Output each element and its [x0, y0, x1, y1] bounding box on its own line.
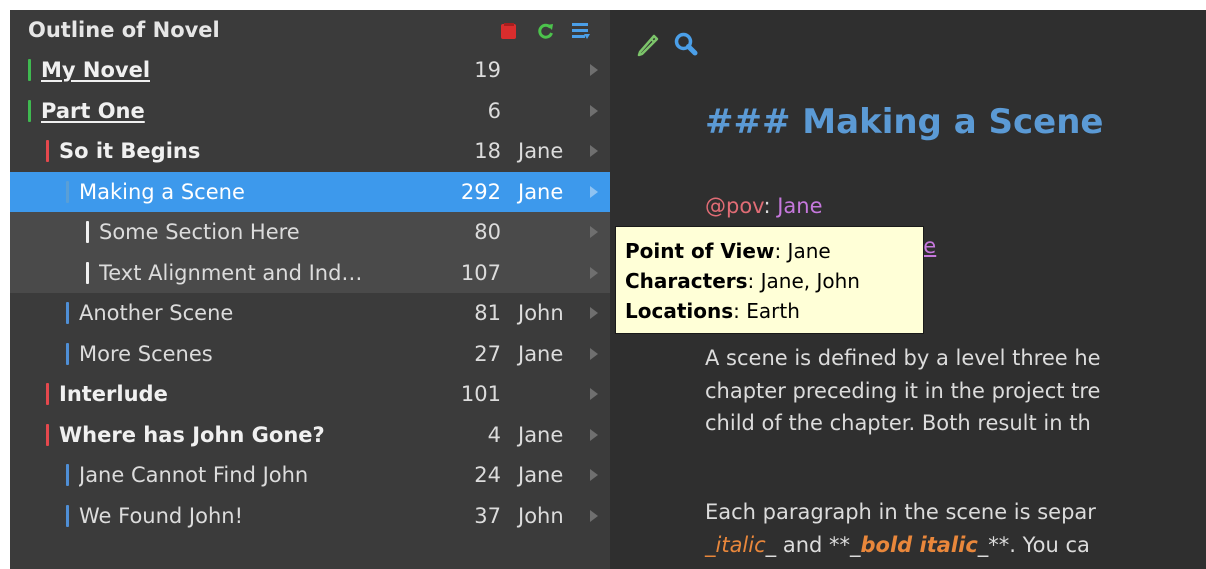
status-bar — [66, 302, 69, 325]
paragraph-line: Each paragraph in the scene is separ — [705, 500, 1096, 524]
word-count: 6 — [487, 98, 501, 123]
row-title: We Found John! — [79, 503, 244, 528]
pov-key: @pov — [705, 194, 764, 218]
word-count: 19 — [474, 58, 501, 83]
row-title: Some Section Here — [99, 220, 300, 245]
word-count: 27 — [474, 341, 501, 366]
paragraph-line: _italic_ and **_bold italic_**. You ca — [705, 532, 1090, 557]
row-title: Part One — [41, 98, 145, 123]
italic-text: italic — [715, 532, 766, 557]
word-count: 101 — [460, 382, 501, 407]
status-bar — [66, 342, 69, 365]
status-bar — [66, 504, 69, 527]
pov-label: Jane — [518, 463, 564, 488]
pov-label: John — [518, 503, 564, 528]
menu-icon[interactable] — [570, 20, 592, 42]
outline-title: Outline of Novel — [28, 18, 220, 42]
status-bar — [86, 261, 89, 284]
outline-row[interactable]: Another Scene 81 John — [10, 293, 610, 334]
expand-arrow-icon[interactable] — [590, 469, 598, 481]
expand-arrow-icon[interactable] — [590, 145, 598, 157]
outline-row[interactable]: We Found John! 37 John — [10, 496, 610, 537]
outline-row[interactable]: More Scenes 27 Jane — [10, 334, 610, 375]
outline-panel: Outline of Novel My Novel 19 Part One 6 So i… — [10, 10, 610, 569]
word-count: 18 — [474, 139, 501, 164]
app-window: Outline of Novel My Novel 19 Part One 6 So i… — [10, 10, 1206, 569]
status-bar — [46, 383, 49, 406]
row-title: My Novel — [41, 58, 151, 83]
status-bar — [28, 99, 31, 122]
outline-row[interactable]: My Novel 19 — [10, 50, 610, 91]
pov-value: Jane — [777, 194, 823, 218]
expand-arrow-icon[interactable] — [590, 428, 598, 441]
status-bar — [46, 140, 49, 163]
outline-row[interactable]: Jane Cannot Find John 24 Jane — [10, 455, 610, 496]
paragraph-1[interactable]: A scene is defined by a level three he c… — [705, 342, 1101, 440]
paragraph-2[interactable]: Each paragraph in the scene is separ _it… — [705, 496, 1096, 561]
word-count: 292 — [460, 179, 501, 204]
stop-icon[interactable] — [498, 20, 520, 42]
outline-row[interactable]: So it Begins 18 Jane — [10, 131, 610, 172]
bold-italic-text: bold italic — [860, 532, 978, 557]
expand-arrow-icon[interactable] — [590, 64, 598, 76]
row-title: Making a Scene — [79, 179, 245, 204]
pencil-icon[interactable] — [635, 31, 661, 61]
status-bar — [28, 59, 31, 82]
outline-row[interactable]: Some Section Here 80 — [10, 212, 610, 253]
search-icon[interactable] — [673, 31, 699, 61]
tooltip-pov: Point of View: Jane — [625, 239, 831, 263]
word-count: 80 — [474, 220, 501, 245]
tooltip-characters: Characters: Jane, John — [625, 269, 860, 293]
pov-label: Jane — [518, 422, 564, 447]
status-bar — [66, 180, 69, 203]
row-title: So it Begins — [59, 139, 201, 164]
pov-label: Jane — [518, 179, 564, 204]
expand-arrow-icon[interactable] — [590, 104, 598, 117]
pov-label: Jane — [518, 139, 564, 164]
word-count: 107 — [460, 260, 501, 285]
outline-header: Outline of Novel — [10, 10, 610, 50]
pov-label: John — [518, 301, 564, 326]
scene-heading[interactable]: ### Making a Scene — [705, 102, 1103, 142]
expand-arrow-icon[interactable] — [590, 509, 598, 522]
expand-arrow-icon[interactable] — [590, 307, 598, 319]
expand-arrow-icon[interactable] — [590, 388, 598, 400]
pov-label: Jane — [518, 341, 564, 366]
row-title: Another Scene — [79, 301, 234, 326]
status-bar — [86, 221, 89, 244]
outline-row[interactable]: Where has John Gone? 4 Jane — [10, 415, 610, 456]
paragraph-line: A scene is defined by a level three he — [705, 346, 1101, 370]
paragraph-line: child of the chapter. Both result in th — [705, 411, 1091, 435]
outline-row[interactable]: Interlude 101 — [10, 374, 610, 415]
paragraph-line: chapter preceding it in the project tre — [705, 378, 1101, 403]
outline-row[interactable]: Making a Scene 292 Jane — [10, 171, 610, 212]
row-title: Where has John Gone? — [59, 422, 325, 447]
word-count: 4 — [487, 422, 501, 447]
word-count: 81 — [474, 301, 501, 326]
pov-sep: : — [763, 194, 778, 218]
tooltip-locations: Locations: Earth — [625, 299, 800, 323]
outline-tree: My Novel 19 Part One 6 So it Begins 18 Jane Mak… — [10, 50, 610, 536]
scene-tooltip: Point of View: Jane Characters: Jane, Jo… — [615, 226, 924, 334]
row-title: Interlude — [59, 382, 168, 407]
pov-meta-line[interactable]: @pov: Jane — [705, 194, 823, 218]
status-bar — [66, 464, 69, 487]
row-title: Text Alignment and Ind… — [99, 260, 363, 285]
outline-row[interactable]: Text Alignment and Ind… 107 — [10, 252, 610, 293]
status-bar — [46, 423, 49, 446]
outline-row[interactable]: Part One 6 — [10, 91, 610, 132]
expand-arrow-icon[interactable] — [590, 347, 598, 360]
expand-arrow-icon[interactable] — [590, 185, 598, 198]
expand-arrow-icon[interactable] — [590, 226, 598, 238]
word-count: 37 — [474, 503, 501, 528]
word-count: 24 — [474, 463, 501, 488]
expand-arrow-icon[interactable] — [590, 266, 598, 279]
refresh-icon[interactable] — [535, 20, 557, 42]
row-title: Jane Cannot Find John — [79, 463, 309, 488]
row-title: More Scenes — [79, 341, 213, 366]
